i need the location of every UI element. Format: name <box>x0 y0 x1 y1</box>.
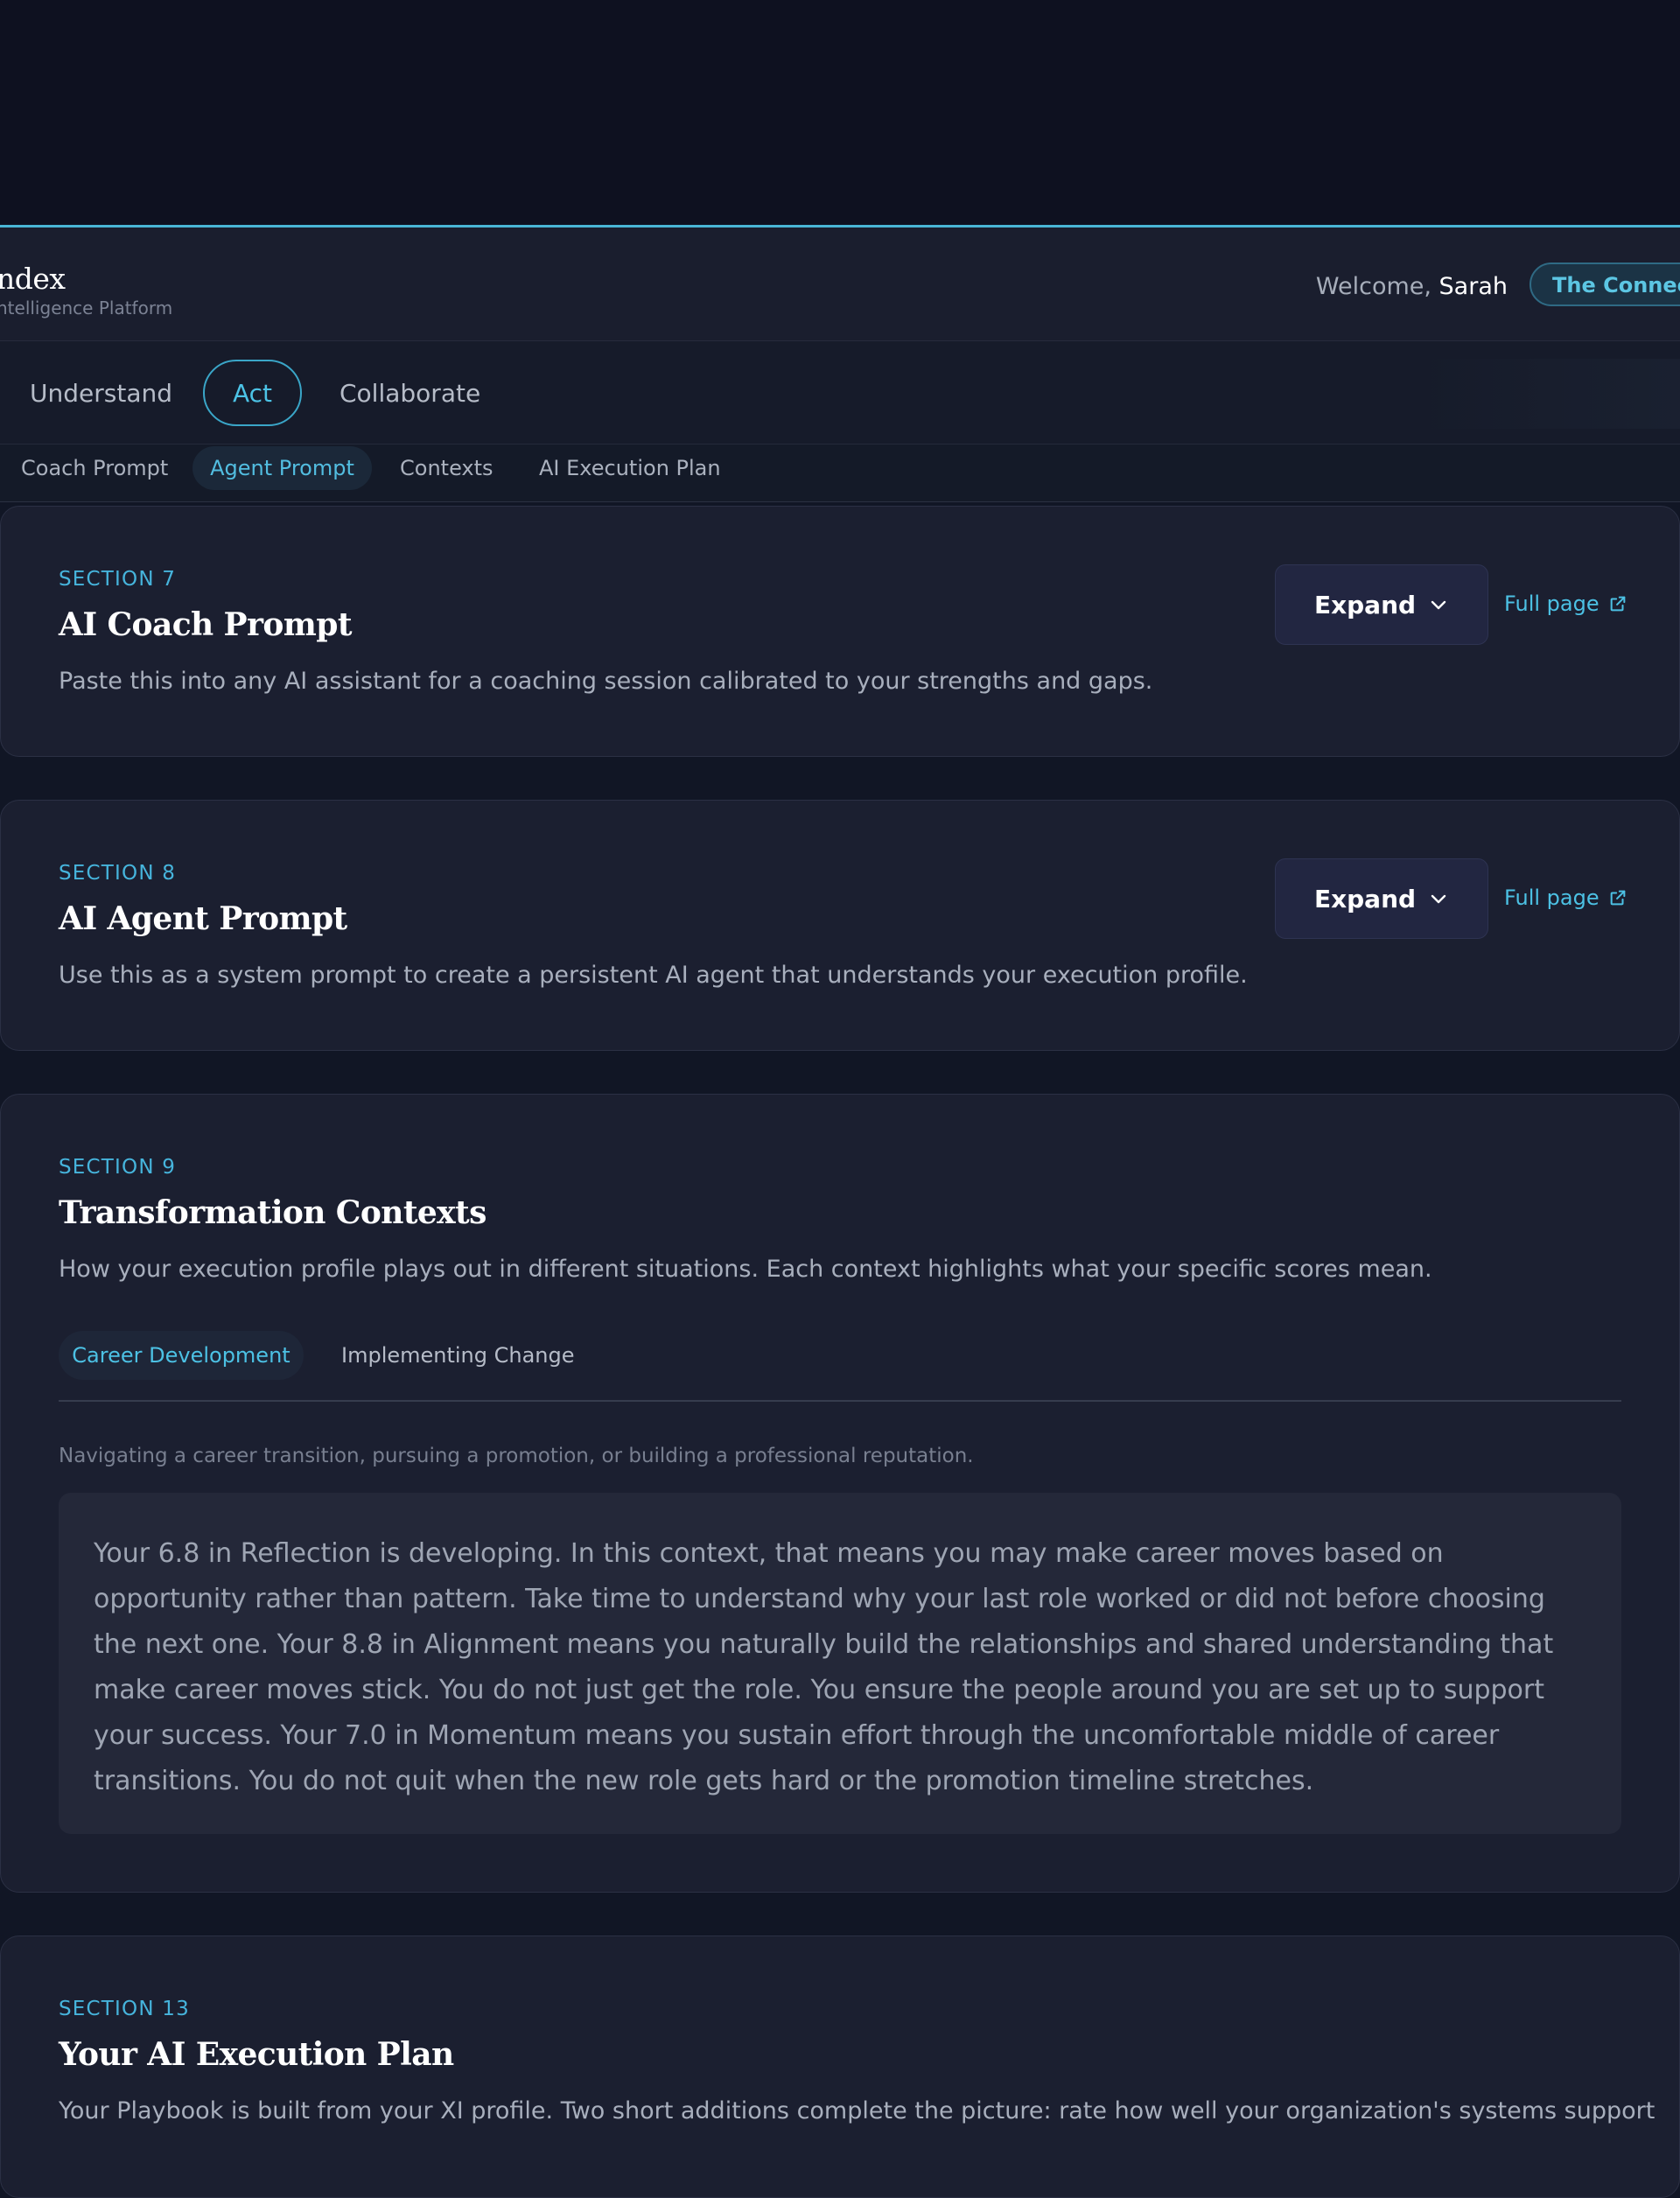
expand-label: Expand <box>1313 884 1417 914</box>
user-name: Sarah <box>1438 273 1508 300</box>
subtab-agent-prompt[interactable]: Agent Prompt <box>192 446 372 490</box>
tab-collaborate[interactable]: Collaborate <box>340 360 480 426</box>
chevron-down-icon <box>1431 600 1446 610</box>
section-card-ai-execution-plan: SECTION 13 Your AI Execution Plan Your P… <box>0 1936 1680 2198</box>
nav-scroll-fade <box>1418 359 1680 429</box>
section-card-ai-agent-prompt: SECTION 8 AI Agent Prompt Use this as a … <box>0 800 1680 1051</box>
expand-button[interactable]: Expand <box>1275 858 1488 939</box>
brand-name[interactable]: ndex <box>0 262 66 296</box>
tab-act[interactable]: Act <box>203 360 302 426</box>
section-title: AI Coach Prompt <box>59 606 352 643</box>
section-description: Use this as a system prompt to create a … <box>59 962 1248 989</box>
section-card-transformation-contexts: SECTION 9 Transformation Contexts How yo… <box>0 1094 1680 1893</box>
context-tab-implementing-change[interactable]: Implementing Change <box>341 1331 575 1380</box>
section-eyebrow: SECTION 7 <box>59 568 177 591</box>
external-link-icon <box>1610 890 1625 906</box>
subtab-ai-execution-plan[interactable]: AI Execution Plan <box>539 446 721 490</box>
section-description: How your execution profile plays out in … <box>59 1256 1432 1283</box>
full-page-label: Full page <box>1504 592 1600 616</box>
context-caption: Navigating a career transition, pursuing… <box>59 1445 974 1467</box>
chevron-down-icon <box>1431 894 1446 904</box>
brand-subtitle: ntelligence Platform <box>0 298 173 318</box>
tab-understand[interactable]: Understand <box>30 360 172 426</box>
section-eyebrow: SECTION 8 <box>59 862 177 885</box>
full-page-link[interactable]: Full page <box>1504 592 1628 616</box>
app-header: ndex ntelligence Platform Welcome, Sarah… <box>0 228 1680 341</box>
welcome-message: Welcome, Sarah <box>1316 273 1508 300</box>
section-eyebrow: SECTION 9 <box>59 1156 177 1179</box>
organization-pill[interactable]: The Connect <box>1530 262 1680 306</box>
section-card-ai-coach-prompt: SECTION 7 AI Coach Prompt Paste this int… <box>0 506 1680 757</box>
context-insight-text: Your 6.8 in Reflection is developing. In… <box>94 1538 1554 1796</box>
context-tabs-divider <box>59 1400 1621 1402</box>
subtab-contexts[interactable]: Contexts <box>400 446 494 490</box>
top-blank-area <box>0 0 1680 225</box>
external-link-icon <box>1610 596 1625 612</box>
section-description: Paste this into any AI assistant for a c… <box>59 668 1153 695</box>
section-title: AI Agent Prompt <box>59 900 347 937</box>
section-title: Transformation Contexts <box>59 1194 486 1231</box>
context-tab-career-development[interactable]: Career Development <box>59 1331 304 1380</box>
sub-nav: Coach Prompt Agent Prompt Contexts AI Ex… <box>0 444 1680 502</box>
context-insight-box: Your 6.8 in Reflection is developing. In… <box>59 1493 1621 1834</box>
full-page-link[interactable]: Full page <box>1504 886 1628 910</box>
section-eyebrow: SECTION 13 <box>59 1998 190 2020</box>
expand-label: Expand <box>1313 590 1417 620</box>
welcome-prefix: Welcome, <box>1315 273 1439 300</box>
section-title: Your AI Execution Plan <box>59 2036 454 2073</box>
expand-button[interactable]: Expand <box>1275 564 1488 645</box>
section-description: Your Playbook is built from your XI prof… <box>59 2097 1656 2124</box>
subtab-coach-prompt[interactable]: Coach Prompt <box>21 446 168 490</box>
full-page-label: Full page <box>1504 886 1600 910</box>
primary-nav: Understand Act Collaborate <box>0 341 1680 444</box>
